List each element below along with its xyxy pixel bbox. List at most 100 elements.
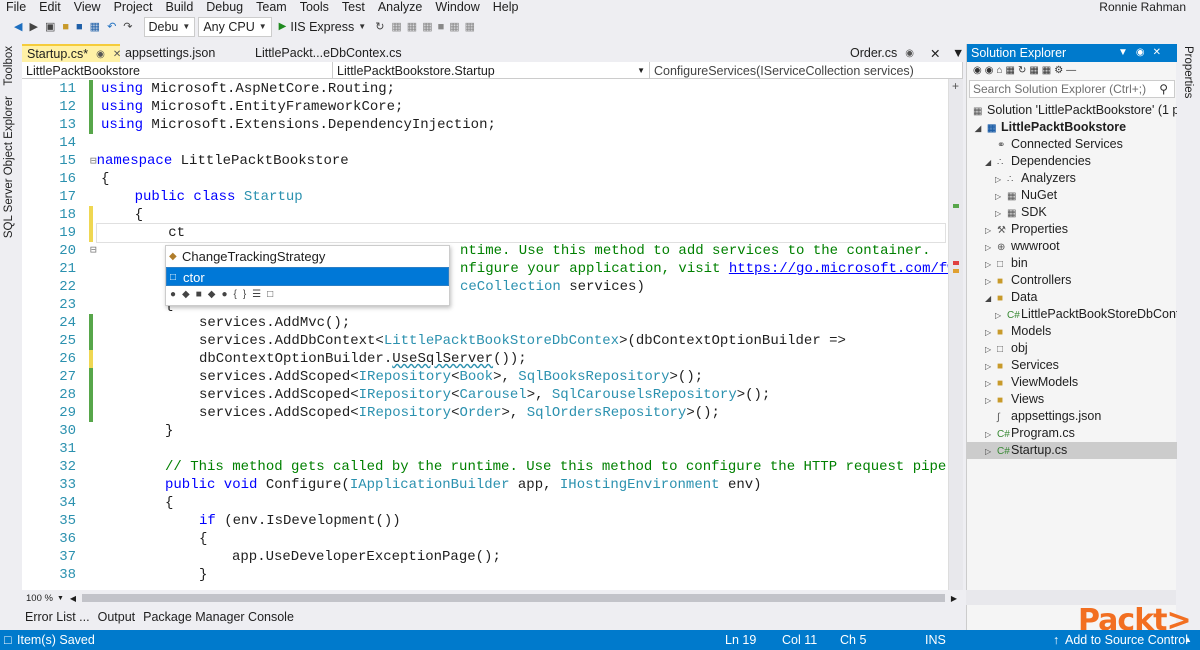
menu-window[interactable]: Window [429, 0, 486, 14]
tree-item-appsettings[interactable]: ∫ appsettings.json [967, 408, 1177, 425]
collapse-arrow-icon[interactable]: ▷ [985, 239, 997, 255]
sql-server-object-explorer-tab[interactable]: SQL Server Object Explorer [3, 96, 15, 238]
solution-explorer-toolbar[interactable]: ◉◉⌂▦↻▦▦⚙— [967, 62, 1177, 80]
menu-help[interactable]: Help [487, 0, 526, 14]
tree-item-properties[interactable]: ▷ ⚒ Properties [967, 221, 1177, 238]
collapse-arrow-icon[interactable]: ▷ [995, 171, 1007, 187]
add-icon[interactable]: + [952, 79, 961, 93]
zoom-level[interactable]: 100 % [26, 593, 53, 604]
configuration-combo[interactable]: Debu ▼ [143, 17, 196, 37]
collapse-arrow-icon[interactable]: ▷ [985, 324, 997, 340]
tree-item-program-cs[interactable]: ▷ C#Program.cs [967, 425, 1177, 442]
tree-item-obj[interactable]: ▷ □ obj [967, 340, 1177, 357]
tab-order-cs[interactable]: Order.cs ◉ [845, 44, 925, 62]
completion-item[interactable]: ◆ ChangeTrackingStrategy [166, 247, 449, 266]
horizontal-scrollbar[interactable] [82, 594, 945, 602]
tree-item-views[interactable]: ▷ ■ Views [967, 391, 1177, 408]
error-list-tab[interactable]: Error List ... [25, 610, 90, 624]
tab-dropdown-icon[interactable]: ▼ [947, 44, 964, 62]
tree-item-startup-cs[interactable]: ▷ C#Startup.cs [967, 442, 1177, 459]
menu-debug[interactable]: Debug [200, 0, 250, 14]
collapse-arrow-icon[interactable]: ▷ [985, 256, 997, 272]
chevron-down-icon[interactable]: ▼ [57, 595, 64, 602]
toolbox-tab[interactable]: Toolbox [3, 46, 15, 86]
tree-item-solution[interactable]: ▦ Solution 'LittlePacktBookstore' (1 pr [967, 102, 1177, 119]
collapse-arrow-icon[interactable]: ▷ [995, 188, 1007, 204]
scroll-left-icon[interactable]: ◀ [70, 594, 76, 603]
expand-icon[interactable]: ◢ [975, 120, 987, 136]
menu-test[interactable]: Test [336, 0, 372, 14]
solution-search-input[interactable]: Search Solution Explorer (Ctrl+;) ⚲ [969, 80, 1175, 98]
menu-file[interactable]: File [0, 0, 33, 14]
properties-tab[interactable]: Properties [1182, 46, 1194, 98]
menu-view[interactable]: View [68, 0, 108, 14]
scroll-right-icon[interactable]: ▶ [951, 594, 957, 603]
tree-item-project[interactable]: ◢ ▦ LittlePacktBookstore [967, 119, 1177, 136]
menu-team[interactable]: Team [250, 0, 294, 14]
search-icon[interactable]: ⚲ [1159, 81, 1168, 97]
project-dropdown[interactable]: LittlePacktBookstore [22, 62, 333, 79]
collapse-arrow-icon[interactable]: ▷ [985, 375, 997, 391]
collapse-arrow-icon[interactable]: ▷ [985, 426, 997, 442]
intellisense-filter-icons[interactable]: ●◆■◆●{}☰□ [170, 289, 279, 300]
add-to-source-control-button[interactable]: Add to Source Control [1065, 630, 1188, 650]
save-all-icon[interactable]: ▦ [88, 17, 102, 37]
user-name[interactable]: Ronnie Rahman [1099, 0, 1186, 14]
collapse-arrow-icon[interactable]: ▷ [985, 392, 997, 408]
tab-startup-cs[interactable]: Startup.cs* ◉ ✕ [22, 44, 121, 62]
platform-combo[interactable]: Any CPU ▼ [198, 17, 272, 37]
toolbar-extra-icons[interactable]: ▦▦▦■▦▦ [389, 17, 482, 37]
chevron-up-icon[interactable]: ▲ [1184, 630, 1192, 650]
collapse-arrow-icon[interactable]: ▷ [985, 358, 997, 374]
menu-analyze[interactable]: Analyze [372, 0, 429, 14]
editor-vertical-scrollbar[interactable]: + [948, 79, 963, 590]
tree-item-connected-services[interactable]: ⚭ Connected Services [967, 136, 1177, 153]
tree-item-data[interactable]: ◢ ■ Data [967, 289, 1177, 306]
redo-icon[interactable]: ↷ [121, 17, 134, 37]
collapse-arrow-icon[interactable]: ▷ [995, 307, 1007, 323]
expand-icon[interactable]: ◢ [985, 154, 997, 170]
menu-edit[interactable]: Edit [33, 0, 68, 14]
open-icon[interactable]: ■ [60, 17, 71, 37]
tree-item-services[interactable]: ▷ ■ Services [967, 357, 1177, 374]
new-project-icon[interactable]: ▣ [43, 17, 57, 37]
completion-item-selected[interactable]: □ ctor [166, 267, 449, 286]
tab-overflow-icon[interactable]: ✕ [925, 44, 947, 62]
menu-build[interactable]: Build [159, 0, 200, 14]
package-manager-console-tab[interactable]: Package Manager Console [143, 610, 294, 624]
tab-appsettings-json[interactable]: appsettings.json [120, 44, 250, 62]
collapse-arrow-icon[interactable]: ▷ [985, 341, 997, 357]
expand-icon[interactable]: ◢ [985, 290, 997, 306]
run-button[interactable]: ▶ IIS Express ▼ [275, 17, 371, 37]
tree-item-wwwroot[interactable]: ▷ ⊕ wwwroot [967, 238, 1177, 255]
output-tab[interactable]: Output [98, 610, 136, 624]
collapse-arrow-icon[interactable]: ▷ [985, 443, 997, 459]
tree-item-nuget[interactable]: ▷ ▦ NuGet [967, 187, 1177, 204]
refresh-icon[interactable]: ↻ [373, 17, 386, 37]
type-dropdown[interactable]: LittlePacktBookstore.Startup ▼ [333, 62, 650, 79]
collapse-icon[interactable]: ⊟ [90, 242, 97, 260]
pin-icon[interactable]: ◉ [905, 48, 914, 59]
forward-icon[interactable]: ▶ [27, 17, 39, 37]
save-icon[interactable]: ■ [74, 17, 85, 37]
code-editor[interactable]: 11 using Microsoft.AspNetCore.Routing; 12… [22, 79, 963, 590]
back-icon[interactable]: ◀ [12, 17, 24, 37]
member-dropdown[interactable]: ConfigureServices(IServiceCollection ser… [650, 62, 963, 79]
tree-item-dbcontext[interactable]: ▷ C#LittlePacktBookStoreDbConte [967, 306, 1177, 323]
undo-icon[interactable]: ↶ [105, 17, 118, 37]
tab-dbcontext-cs[interactable]: LittlePackt...eDbContex.cs [250, 44, 420, 62]
collapse-arrow-icon[interactable]: ▷ [995, 205, 1007, 221]
collapse-arrow-icon[interactable]: ▷ [985, 273, 997, 289]
tree-item-analyzers[interactable]: ▷ ∴ Analyzers [967, 170, 1177, 187]
upload-icon[interactable]: ↑ [1053, 630, 1059, 650]
tree-item-dependencies[interactable]: ◢ ∴ Dependencies [967, 153, 1177, 170]
tree-item-sdk[interactable]: ▷ ▦ SDK [967, 204, 1177, 221]
tree-item-models[interactable]: ▷ ■ Models [967, 323, 1177, 340]
pin-icon[interactable]: ◉ [96, 49, 105, 60]
menu-tools[interactable]: Tools [294, 0, 336, 14]
menu-project[interactable]: Project [108, 0, 160, 14]
collapse-arrow-icon[interactable]: ▷ [985, 222, 997, 238]
panel-controls[interactable]: ▼◉✕ [1118, 44, 1169, 62]
tree-item-controllers[interactable]: ▷ ■ Controllers [967, 272, 1177, 289]
tree-item-bin[interactable]: ▷ □ bin [967, 255, 1177, 272]
